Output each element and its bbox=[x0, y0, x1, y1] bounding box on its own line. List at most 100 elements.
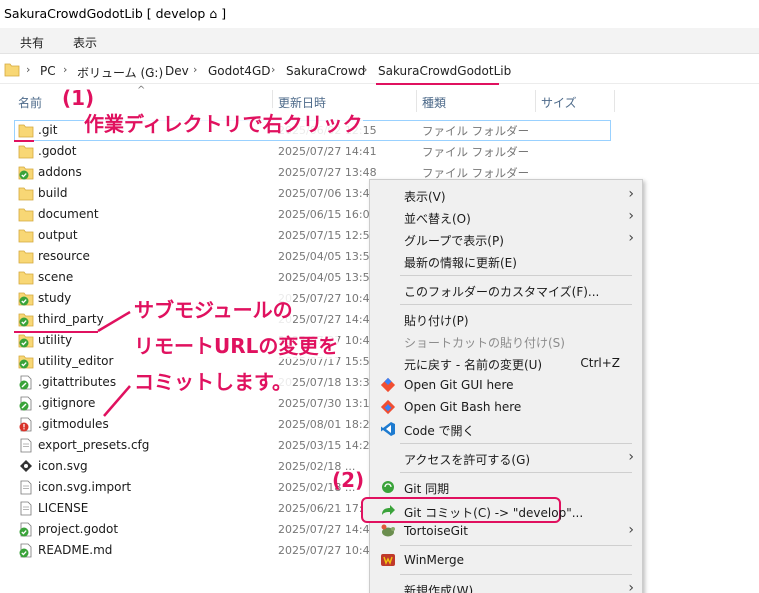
file-modified: 2025/03/15 14:29 bbox=[278, 439, 377, 452]
column-size[interactable]: サイズ bbox=[541, 94, 577, 111]
menu-item-label: Git 同期 bbox=[404, 482, 450, 496]
menu-separator bbox=[400, 304, 632, 305]
git-file-modified-icon bbox=[19, 396, 32, 411]
folder-icon bbox=[18, 229, 34, 243]
file-name: .gitignore bbox=[38, 396, 96, 410]
chevron-right-icon: › bbox=[628, 208, 634, 224]
breadcrumb-sakuracrowd[interactable]: SakuraCrowd bbox=[286, 64, 365, 78]
menu-paste-shortcut[interactable]: ショートカットの貼り付け(S) bbox=[370, 330, 642, 352]
file-name: export_presets.cfg bbox=[38, 438, 150, 452]
breadcrumb-dev[interactable]: Dev bbox=[165, 64, 189, 78]
column-divider[interactable] bbox=[416, 90, 417, 112]
annotation-step2-number: (2) bbox=[332, 468, 365, 492]
file-name: .git bbox=[38, 123, 58, 137]
column-name[interactable]: 名前 bbox=[18, 94, 42, 111]
git-commit-icon bbox=[382, 505, 395, 515]
menu-view[interactable]: 表示(V) › bbox=[370, 184, 642, 206]
file-icon bbox=[20, 501, 32, 516]
annotation-underline-git bbox=[14, 140, 34, 142]
menu-tortoisegit[interactable]: TortoiseGit › bbox=[370, 520, 642, 542]
menu-git-sync[interactable]: Git 同期 bbox=[370, 476, 642, 498]
menu-new[interactable]: 新規作成(W) › bbox=[370, 578, 642, 593]
column-type[interactable]: 種類 bbox=[422, 94, 446, 111]
breadcrumb-pc[interactable]: PC bbox=[40, 64, 56, 78]
file-name: scene bbox=[38, 270, 74, 284]
chevron-right-icon: › bbox=[271, 63, 276, 76]
file-modified: 2025/04/05 13:59 bbox=[278, 250, 377, 263]
file-name: LICENSE bbox=[38, 501, 89, 515]
menu-item-label: このフォルダーのカスタマイズ(F)... bbox=[404, 285, 600, 299]
menu-paste[interactable]: 貼り付け(P) bbox=[370, 308, 642, 330]
menu-customize[interactable]: このフォルダーのカスタマイズ(F)... bbox=[370, 279, 642, 301]
git-folder-icon bbox=[18, 334, 34, 348]
folder-icon bbox=[18, 124, 34, 138]
menu-winmerge[interactable]: WinMerge bbox=[370, 549, 642, 571]
menu-item-label: ショートカットの貼り付け(S) bbox=[404, 336, 565, 350]
svg-file-icon bbox=[20, 460, 32, 472]
chevron-right-icon: › bbox=[193, 63, 198, 76]
git-file-conflict-icon bbox=[19, 417, 32, 432]
file-modified: 2025/06/15 16:04 bbox=[278, 208, 377, 221]
git-folder-icon bbox=[18, 292, 34, 306]
ribbon: 共有 表示 bbox=[0, 28, 759, 54]
file-name: study bbox=[38, 291, 72, 305]
file-modified: 2025/07/18 13:33 bbox=[278, 376, 377, 389]
menu-item-label: Git コミット(C) -> "develop"... bbox=[404, 506, 584, 520]
file-name: third_party bbox=[38, 312, 104, 326]
file-name: README.md bbox=[38, 543, 113, 557]
winmerge-icon bbox=[381, 554, 395, 566]
file-name: resource bbox=[38, 249, 90, 263]
chevron-right-icon: › bbox=[628, 449, 634, 465]
menu-group[interactable]: グループで表示(P) › bbox=[370, 228, 642, 250]
breadcrumb-godot4gd[interactable]: Godot4GD bbox=[208, 64, 270, 78]
menu-give-access[interactable]: アクセスを許可する(G) › bbox=[370, 447, 642, 469]
address-bar[interactable]: › PC › ボリューム (G:) › Dev › Godot4GD › Sak… bbox=[0, 58, 759, 84]
breadcrumb-current[interactable]: SakuraCrowdGodotLib bbox=[378, 64, 511, 78]
git-folder-icon bbox=[18, 355, 34, 369]
vscode-icon bbox=[381, 422, 395, 436]
file-modified: 2025/07/27 10:48 bbox=[278, 544, 377, 557]
file-name: build bbox=[38, 186, 68, 200]
git-bash-icon bbox=[380, 399, 396, 415]
menu-refresh[interactable]: 最新の情報に更新(E) bbox=[370, 250, 642, 272]
menu-item-label: 元に戻す - 名前の変更(U) bbox=[404, 358, 543, 372]
git-gui-icon bbox=[380, 377, 396, 393]
column-divider[interactable] bbox=[535, 90, 536, 112]
git-folder-icon bbox=[18, 313, 34, 327]
chevron-right-icon: › bbox=[63, 63, 68, 76]
file-name: output bbox=[38, 228, 78, 242]
file-row[interactable]: .godot 2025/07/27 14:41 ファイル フォルダー bbox=[16, 141, 616, 162]
chevron-right-icon: › bbox=[363, 63, 368, 76]
menu-item-label: WinMerge bbox=[404, 553, 464, 567]
file-type: ファイル フォルダー bbox=[422, 145, 530, 159]
file-modified: 2025/07/27 14:41 bbox=[278, 523, 377, 536]
ribbon-tab-view[interactable]: 表示 bbox=[73, 34, 97, 51]
folder-icon bbox=[18, 271, 34, 285]
context-menu: 表示(V) › 並べ替え(O) › グループで表示(P) › 最新の情報に更新(E) このフォ… bbox=[361, 179, 643, 593]
ribbon-tab-share[interactable]: 共有 bbox=[20, 34, 44, 51]
column-divider[interactable] bbox=[614, 90, 615, 112]
menu-open-git-bash[interactable]: Open Git Bash here bbox=[370, 396, 642, 418]
menu-separator bbox=[400, 574, 632, 575]
file-name: icon.svg.import bbox=[38, 480, 132, 494]
menu-sort[interactable]: 並べ替え(O) › bbox=[370, 206, 642, 228]
menu-open-git-gui[interactable]: Open Git GUI here bbox=[370, 374, 642, 396]
folder-icon bbox=[18, 208, 34, 222]
file-modified: 2025/07/27 14:41 bbox=[278, 145, 377, 158]
git-sync-icon bbox=[382, 481, 394, 493]
menu-item-label: Code で開く bbox=[404, 424, 475, 438]
file-modified: 2025/07/15 12:59 bbox=[278, 229, 377, 242]
window-title: SakuraCrowdGodotLib [ develop ⌂ ] bbox=[4, 6, 227, 21]
folder-icon bbox=[4, 63, 20, 77]
menu-undo-rename[interactable]: 元に戻す - 名前の変更(U) Ctrl+Z bbox=[370, 352, 642, 374]
menu-item-label: TortoiseGit bbox=[404, 524, 468, 538]
file-name: .gitmodules bbox=[38, 417, 109, 431]
menu-open-in-code[interactable]: Code で開く bbox=[370, 418, 642, 440]
file-name: utility bbox=[38, 333, 73, 347]
file-name: document bbox=[38, 207, 99, 221]
file-name: addons bbox=[38, 165, 82, 179]
menu-item-label: グループで表示(P) bbox=[404, 234, 504, 248]
menu-item-label: Open Git Bash here bbox=[404, 400, 522, 414]
folder-icon bbox=[18, 145, 34, 159]
menu-item-label: アクセスを許可する(G) bbox=[404, 453, 531, 467]
